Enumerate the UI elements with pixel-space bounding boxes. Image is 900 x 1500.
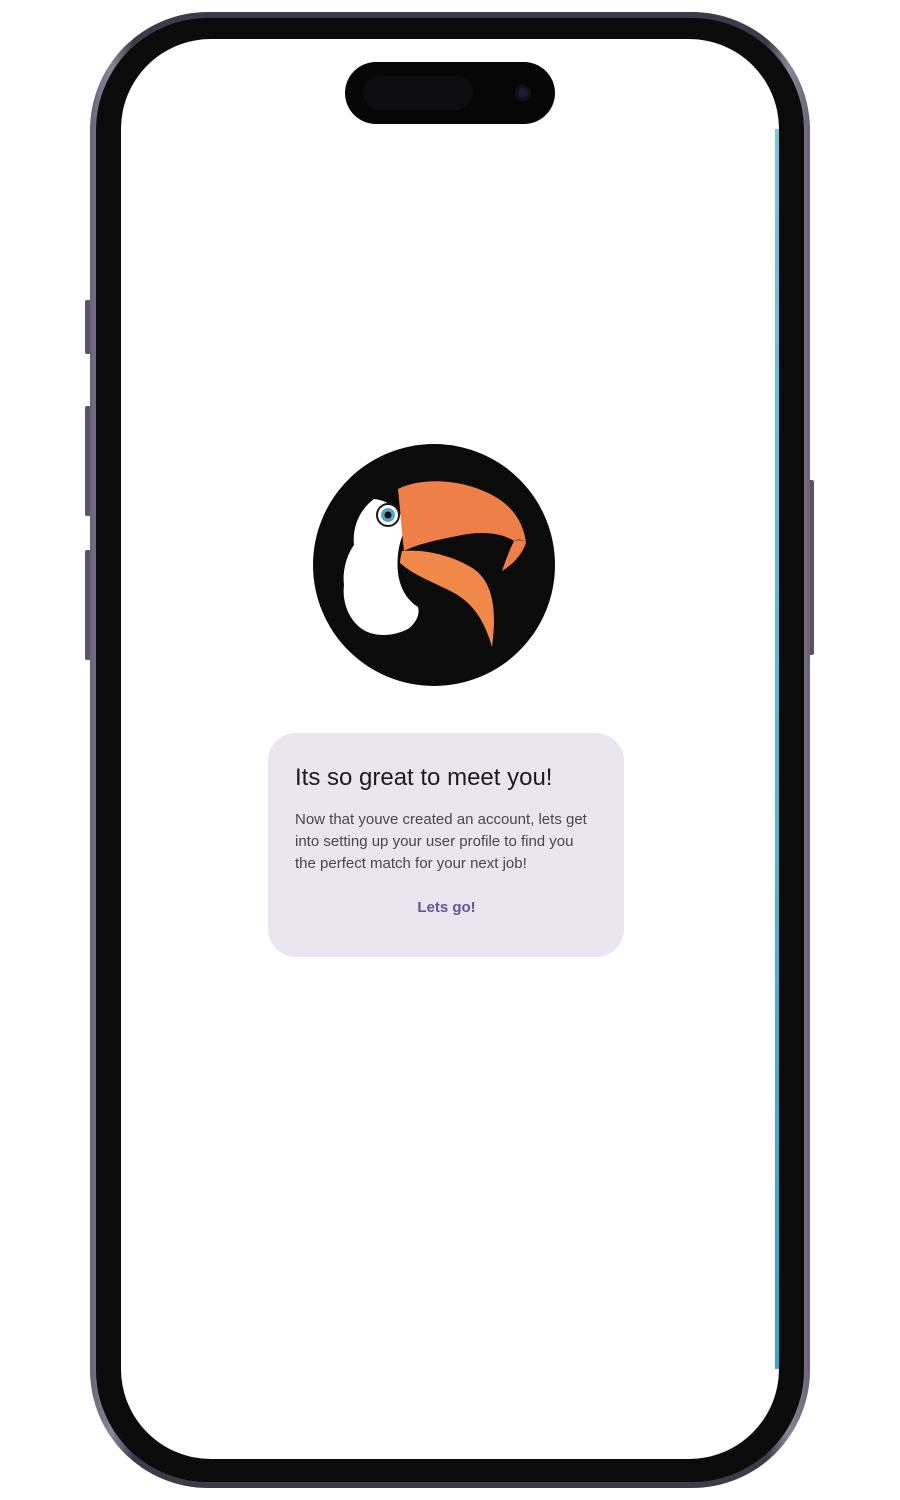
lets-go-button[interactable]: Lets go! bbox=[407, 895, 485, 920]
welcome-dialog: Its so great to meet you! Now that youve… bbox=[268, 733, 624, 957]
phone-mockup: Its so great to meet you! Now that youve… bbox=[0, 0, 900, 1500]
toucan-pupil bbox=[384, 511, 392, 519]
dialog-title: Its so great to meet you! bbox=[295, 764, 553, 791]
screen-edge-highlight bbox=[775, 129, 779, 1369]
dynamic-island bbox=[345, 62, 555, 124]
front-camera-icon bbox=[515, 85, 531, 101]
face-id-sensor bbox=[363, 76, 473, 110]
toucan-logo-icon bbox=[313, 444, 555, 686]
dialog-body: Now that youve created an account, lets … bbox=[295, 811, 587, 872]
